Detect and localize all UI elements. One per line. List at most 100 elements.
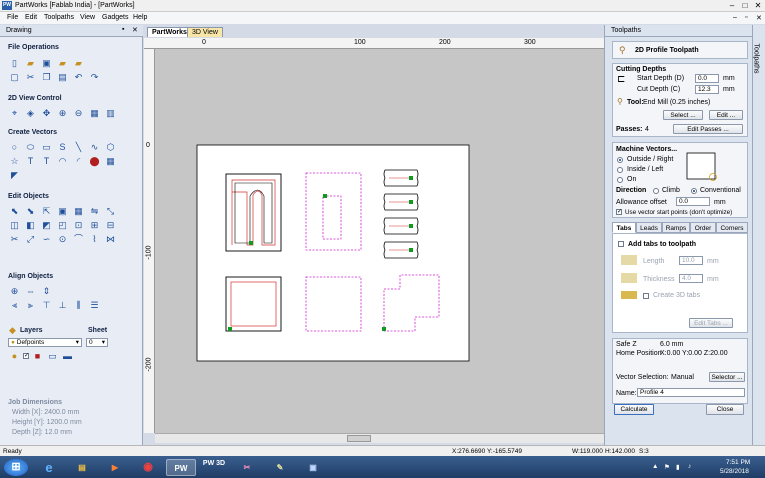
add-tabs-checkbox[interactable]	[618, 241, 624, 247]
curve-fit-icon[interactable]: ⌒	[72, 233, 85, 245]
calculate-button[interactable]: Calculate	[614, 404, 654, 415]
tray-flag-icon[interactable]: ⚑	[664, 463, 670, 471]
toolpaths-side-tab[interactable]: Toolpaths	[752, 25, 765, 445]
align-left-icon[interactable]: ⫷	[8, 299, 21, 311]
menu-help[interactable]: Help	[133, 14, 147, 21]
distribute-h-icon[interactable]: ⫼	[72, 299, 85, 311]
bezier-icon[interactable]: ∿	[88, 141, 101, 153]
layer-select[interactable]: ● Defpoints ▾	[8, 338, 82, 347]
tab-corners[interactable]: Corners	[716, 222, 748, 233]
menu-toolpaths[interactable]: Toolpaths	[44, 14, 74, 21]
layer-visible-checkbox[interactable]: ✓	[23, 353, 29, 359]
media-player-icon[interactable]: ▶	[100, 459, 130, 476]
scroll-thumb[interactable]	[347, 435, 371, 442]
tab-length-input[interactable]: 10.0	[679, 256, 703, 265]
tab-order[interactable]: Order	[690, 222, 716, 233]
mirror-icon[interactable]: ⇋	[88, 205, 101, 217]
array-icon[interactable]: ⊞	[88, 219, 101, 231]
edit-tabs-button[interactable]: Edit Tabs ...	[689, 318, 733, 328]
distribute-v-icon[interactable]: ☰	[88, 299, 101, 311]
trace-icon[interactable]: ◤	[8, 169, 21, 181]
polygon-icon[interactable]: ⬡	[104, 141, 117, 153]
trim-icon[interactable]: ✂	[8, 233, 21, 245]
zoom-in-icon[interactable]: ⊕	[56, 107, 69, 119]
star-icon[interactable]: ☆	[8, 155, 21, 167]
allowance-input[interactable]: 0.0	[676, 197, 710, 206]
child-restore-button[interactable]: ▫	[745, 14, 747, 21]
lock-icon[interactable]: ■	[31, 350, 44, 362]
outside-right-radio[interactable]	[617, 157, 623, 163]
save-icon[interactable]: ▣	[40, 57, 53, 69]
align-center-icon[interactable]: ⊕	[8, 285, 21, 297]
color-swatch-icon[interactable]: ▭	[46, 350, 59, 362]
edit-tool-button[interactable]: Edit ...	[709, 110, 743, 120]
dimension-icon[interactable]: ⬤	[88, 155, 101, 167]
ungroup-icon[interactable]: ▦	[72, 205, 85, 217]
undo-icon[interactable]: ↶	[72, 71, 85, 83]
panel-close-icon[interactable]: ✕	[132, 26, 138, 34]
horizontal-scrollbar[interactable]	[155, 433, 604, 443]
subtract-icon[interactable]: ◧	[24, 219, 37, 231]
open-folder-icon[interactable]: ▰	[24, 57, 37, 69]
polyline-icon[interactable]: S	[56, 141, 69, 153]
sheet-select[interactable]: 0 ▾	[86, 338, 108, 347]
menu-view[interactable]: View	[80, 14, 95, 21]
ellipse-icon[interactable]: ⬭	[24, 141, 37, 153]
tray-network-icon[interactable]: ▮	[676, 463, 680, 471]
scale-icon[interactable]: ⤡	[104, 205, 117, 217]
zoom-extents-icon[interactable]: ⌖	[8, 107, 21, 119]
line-icon[interactable]: ╲	[72, 141, 85, 153]
extend-icon[interactable]: ⤢	[24, 233, 37, 245]
climb-radio[interactable]	[653, 188, 659, 194]
tab-3d-view[interactable]: 3D View	[187, 27, 223, 37]
tray-up-icon[interactable]: ▲	[652, 463, 658, 470]
cut-depth-input[interactable]: 12.3	[695, 85, 719, 94]
close-button[interactable]: Close	[706, 404, 744, 415]
partworks-app-icon[interactable]: PW	[166, 459, 196, 476]
transform-icon[interactable]: ⇱	[40, 205, 53, 217]
weld-icon[interactable]: ◫	[8, 219, 21, 231]
tray-volume-icon[interactable]: ♪	[688, 463, 691, 470]
align-vertical-icon[interactable]: ⇕	[40, 285, 53, 297]
rectangle-icon[interactable]: ▭	[40, 141, 53, 153]
tab-partworks[interactable]: PartWorks	[147, 27, 192, 37]
offset-icon[interactable]: ◰	[56, 219, 69, 231]
bulb-icon[interactable]: ●	[8, 350, 21, 362]
selector-button[interactable]: Selector ...	[709, 372, 745, 382]
use-start-points-checkbox[interactable]: ✓	[616, 209, 622, 215]
intersect-icon[interactable]: ◩	[40, 219, 53, 231]
redo-icon[interactable]: ↷	[88, 71, 101, 83]
child-close-button[interactable]: ✕	[756, 14, 762, 22]
select-icon[interactable]: ⬉	[8, 205, 21, 217]
zoom-out-icon[interactable]: ⊖	[72, 107, 85, 119]
align-top-icon[interactable]: ⊤	[40, 299, 53, 311]
snipping-tool-icon[interactable]: ✂	[232, 459, 262, 476]
maximize-button[interactable]: □	[740, 1, 750, 11]
drawing-tab-label[interactable]: Drawing	[6, 27, 32, 34]
drawing-canvas[interactable]	[155, 49, 604, 433]
new-file-icon[interactable]: ▯	[8, 57, 21, 69]
node-edit-icon[interactable]: ⬊	[24, 205, 37, 217]
inside-left-radio[interactable]	[617, 167, 623, 173]
arc-icon[interactable]: ◠	[56, 155, 69, 167]
text-on-curve-icon[interactable]: T	[40, 155, 53, 167]
close-vector-icon[interactable]: ⊙	[56, 233, 69, 245]
start-depth-input[interactable]: 0.0	[695, 74, 719, 83]
file-explorer-icon[interactable]: ▤	[67, 459, 97, 476]
align-horizontal-icon[interactable]: ⇔	[24, 285, 37, 297]
circle-icon[interactable]: ○	[8, 141, 21, 153]
text-icon[interactable]: T	[24, 155, 37, 167]
edit-passes-button[interactable]: Edit Passes ...	[673, 124, 743, 134]
line-fit-icon[interactable]: ⌇	[88, 233, 101, 245]
copy-icon[interactable]: ❐	[40, 71, 53, 83]
tab-tabs[interactable]: Tabs	[612, 222, 636, 233]
menu-file[interactable]: File	[7, 14, 18, 21]
tab-leads[interactable]: Leads	[636, 222, 662, 233]
export-icon[interactable]: ▰	[72, 57, 85, 69]
join-icon[interactable]: ⊡	[72, 219, 85, 231]
ie-icon[interactable]: e	[34, 459, 64, 476]
tab-thickness-input[interactable]: 4.0	[679, 274, 703, 283]
split-icon[interactable]: ⋈	[104, 233, 117, 245]
nest-icon[interactable]: ⊟	[104, 219, 117, 231]
pan-icon[interactable]: ✥	[40, 107, 53, 119]
